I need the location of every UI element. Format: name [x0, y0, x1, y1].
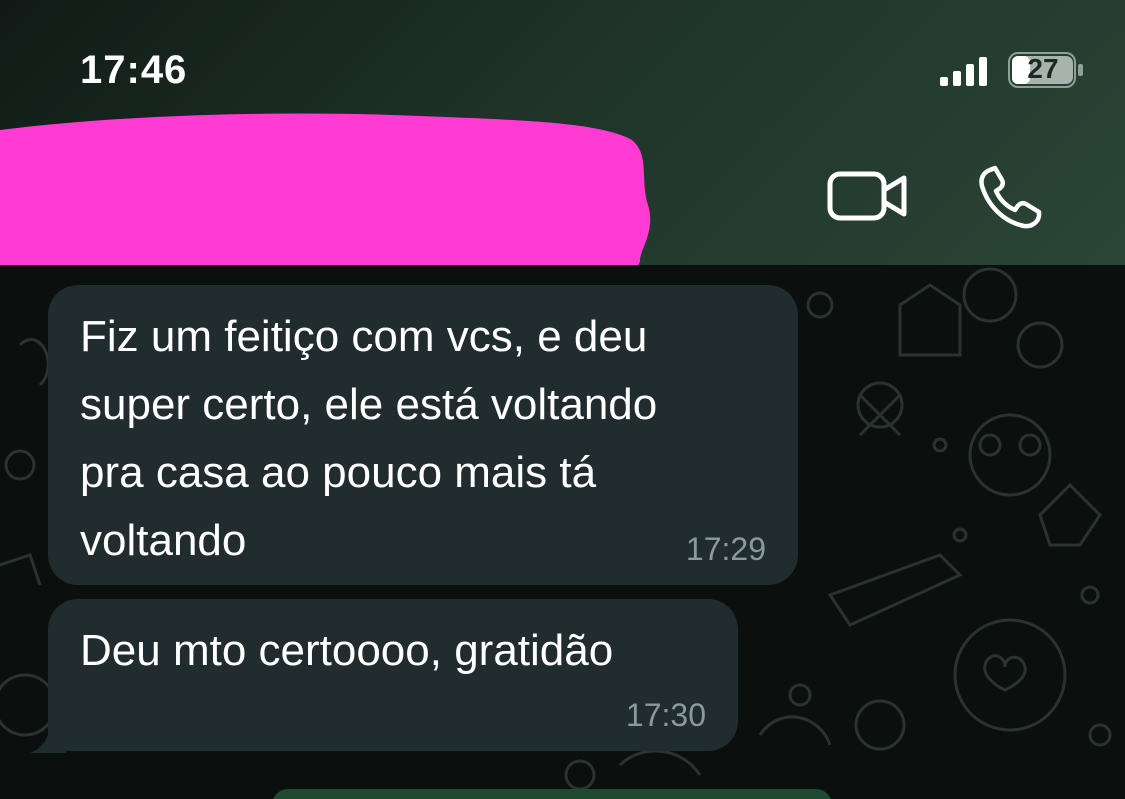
message-timestamp: 17:30: [625, 697, 706, 733]
battery-level: 27: [1027, 53, 1059, 84]
redaction-scribble: [0, 113, 651, 265]
incoming-message[interactable]: Fiz um feitiço com vcs, e deu super cert…: [48, 285, 798, 585]
chat-header: 17:46 27: [0, 0, 1125, 265]
signal-strength-icon: [940, 57, 987, 86]
video-call-button[interactable]: [826, 168, 910, 224]
outgoing-message-edge: [272, 789, 832, 799]
incoming-message[interactable]: Deu mto certoooo, gratidão 17:30: [48, 599, 738, 751]
message-text: Deu mto certoooo, gratidão: [80, 626, 614, 675]
voice-call-button[interactable]: [976, 164, 1046, 230]
message-timestamp: 17:29: [685, 531, 766, 567]
message-list[interactable]: Fiz um feitiço com vcs, e deu super cert…: [0, 265, 1125, 799]
status-bar-time: 17:46: [80, 48, 188, 92]
message-text: Fiz um feitiço com vcs, e deu super cert…: [80, 312, 658, 565]
